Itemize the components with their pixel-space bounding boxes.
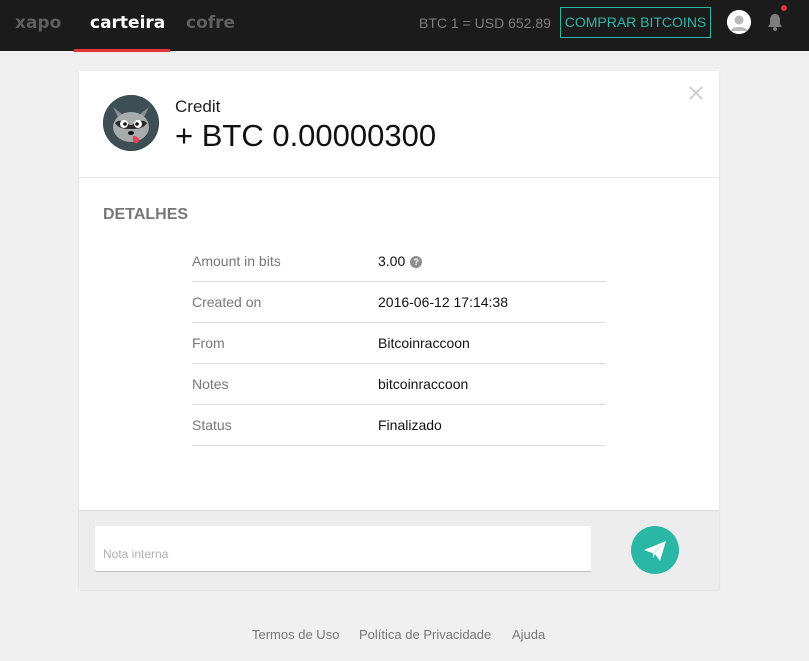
help-icon[interactable]: ? <box>410 256 423 268</box>
row-value: 3.00? <box>378 253 423 269</box>
details-row-amount: Amount in bits 3.00? <box>192 241 606 282</box>
row-value: Finalizado <box>378 417 442 433</box>
sender-avatar <box>103 95 159 151</box>
note-section <box>79 510 719 590</box>
close-icon[interactable] <box>688 85 704 101</box>
nav-xapo-logo[interactable]: xapo <box>15 13 61 33</box>
row-label: Created on <box>192 294 262 310</box>
row-value: Bitcoinraccoon <box>378 335 470 351</box>
amount-bits-value: 3.00 <box>378 253 406 269</box>
notifications-bell-icon[interactable] <box>764 11 786 33</box>
row-label: Notes <box>192 376 229 392</box>
details-row-created: Created on 2016-06-12 17:14:38 <box>192 282 606 323</box>
send-icon <box>644 541 666 561</box>
active-tab-indicator <box>74 49 170 52</box>
divider <box>79 177 719 178</box>
row-value: bitcoinraccoon <box>378 376 469 392</box>
buy-bitcoins-button[interactable]: COMPRAR BITCOINS <box>560 7 711 38</box>
row-label: From <box>192 335 225 351</box>
top-bar: xapo carteira cofre BTC 1 = USD 652.89 C… <box>0 0 809 52</box>
details-row-notes: Notes bitcoinraccoon <box>192 364 606 405</box>
footer-link-help[interactable]: Ajuda <box>512 627 545 642</box>
details-row-from: From Bitcoinraccoon <box>192 323 606 364</box>
row-value: 2016-06-12 17:14:38 <box>378 294 508 310</box>
send-note-button[interactable] <box>631 526 679 574</box>
user-avatar-icon[interactable] <box>727 10 751 34</box>
transaction-amount: + BTC 0.00000300 <box>175 118 437 153</box>
notification-dot <box>781 5 787 11</box>
details-heading: DETALHES <box>103 206 189 223</box>
footer-link-privacy[interactable]: Política de Privacidade <box>359 627 491 642</box>
transaction-type: Credit <box>175 97 221 116</box>
btc-rate: BTC 1 = USD 652.89 <box>419 15 551 31</box>
nav-tab-cofre[interactable]: cofre <box>186 13 235 33</box>
row-label: Amount in bits <box>192 253 281 269</box>
transaction-card: Credit + BTC 0.00000300 DETALHES Amount … <box>79 71 719 590</box>
row-label: Status <box>192 417 232 433</box>
internal-note-input[interactable] <box>95 526 591 572</box>
nav-tab-carteira[interactable]: carteira <box>90 13 165 33</box>
details-row-status: Status Finalizado <box>192 405 606 446</box>
footer-link-terms[interactable]: Termos de Uso <box>252 627 339 642</box>
details-table: Amount in bits 3.00? Created on 2016-06-… <box>192 241 606 446</box>
